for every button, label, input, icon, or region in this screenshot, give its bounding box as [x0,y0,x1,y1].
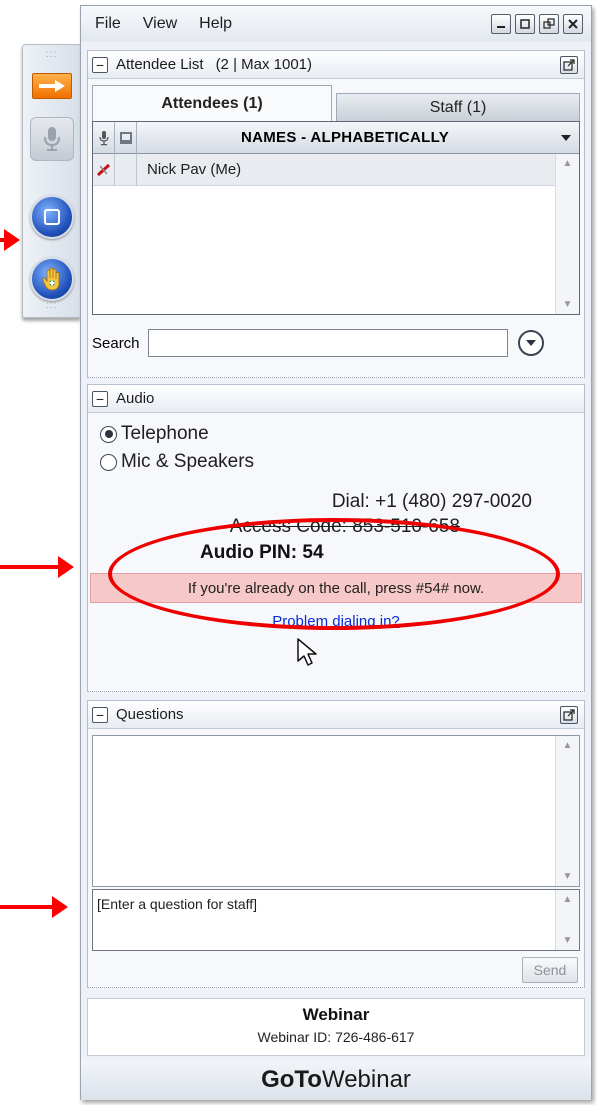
attendee-count: (2 | Max 1001) [215,56,313,73]
toolbar-grip-bottom[interactable]: ::: [23,300,80,312]
search-row: Search [92,325,580,361]
brand-bold: GoTo [261,1066,322,1093]
muted-mic-icon[interactable] [93,153,115,186]
audio-pin: Audio PIN: 54 [200,542,324,563]
brand-logo: GoTo Webinar [81,1060,591,1100]
questions-section: − Questions ▲ ▼ [Enter a question for st… [87,700,585,988]
microphone-icon[interactable] [29,117,74,161]
names-column-header[interactable]: NAMES - ALPHABETICALLY [137,129,553,146]
attendee-screen-cell [115,153,137,186]
menu-help[interactable]: Help [199,15,232,33]
attendee-table-header: NAMES - ALPHABETICALLY [93,121,579,154]
menu-file[interactable]: File [95,15,121,33]
search-options-icon[interactable] [517,330,544,356]
arrow-right-icon[interactable] [31,73,72,99]
tab-attendees[interactable]: Attendees (1) [92,85,332,121]
annotation-arrow-toolbar [0,229,20,251]
pin-instruction: If you're already on the call, press #54… [90,573,582,603]
toolbar-grip-top[interactable]: ::: [23,49,80,61]
annotation-arrow-questions [0,896,68,918]
dial-number: Dial: +1 (480) 297-0020 [331,491,532,512]
question-input-text: [Enter a question for staff] [97,896,258,912]
menu-bar: File View Help [81,6,591,42]
scroll-down-icon[interactable]: ▼ [556,299,579,310]
side-toolbar: ::: ::: [22,44,80,318]
scroll-down-icon[interactable]: ▼ [556,871,579,882]
minimize-icon[interactable] [491,14,511,34]
popout-icon[interactable] [560,706,578,724]
attendee-row[interactable]: Nick Pav (Me) [93,153,555,186]
popout-icon[interactable] [560,56,578,74]
audio-header: − Audio [88,385,584,413]
search-input[interactable] [147,329,508,357]
attendee-tabs: Attendees (1) Staff (1) [92,85,580,121]
questions-title: Questions [116,706,184,723]
audio-title: Audio [116,390,155,407]
screen-column-icon[interactable] [115,121,137,154]
problem-dialing-link[interactable]: Problem dialing in? [88,613,584,630]
tab-staff[interactable]: Staff (1) [336,93,580,121]
attendee-list-section: − Attendee List (2 | Max 1001) Attendees… [87,50,585,378]
scroll-up-icon[interactable]: ▲ [556,894,579,905]
menu-view[interactable]: View [143,15,177,33]
question-input[interactable]: [Enter a question for staff] ▲ ▼ [92,889,580,951]
collapse-icon[interactable]: − [92,56,108,73]
maximize-icon[interactable] [515,14,535,34]
questions-log[interactable]: ▲ ▼ [92,735,580,887]
webinar-id: Webinar ID: 726-486-617 [257,1029,415,1045]
close-icon[interactable] [563,14,583,34]
questions-scrollbar[interactable]: ▲ ▼ [555,736,579,886]
scroll-up-icon[interactable]: ▲ [556,158,579,169]
sort-dropdown-icon[interactable] [553,130,579,145]
attendee-scrollbar[interactable]: ▲ ▼ [555,154,579,314]
scroll-down-icon[interactable]: ▼ [556,935,579,946]
scroll-up-icon[interactable]: ▲ [556,740,579,751]
webinar-title: Webinar [302,1005,370,1024]
raise-hand-icon[interactable] [29,257,74,301]
mic-speakers-option[interactable]: Mic & Speakers [100,451,254,473]
mic-speakers-label: Mic & Speakers [121,451,255,472]
audio-section: − Audio Telephone Mic & Speakers Dial: +… [87,384,585,692]
attendee-name: Nick Pav (Me) [147,161,242,178]
restore-icon[interactable] [539,14,559,34]
attendee-list-header: − Attendee List (2 | Max 1001) [88,51,584,79]
questions-header: − Questions [88,701,584,729]
search-label: Search [92,334,140,352]
mic-column-icon[interactable] [93,121,115,154]
annotation-arrow-audio [0,556,74,578]
screen-share-icon[interactable] [29,195,74,239]
collapse-icon[interactable]: − [92,706,108,723]
brand-regular: Webinar [321,1066,411,1093]
telephone-label: Telephone [121,423,209,444]
telephone-radio[interactable] [100,425,117,443]
question-input-scrollbar[interactable]: ▲ ▼ [555,890,579,950]
send-button[interactable]: Send [522,957,578,983]
attendee-list-title: Attendee List [116,56,204,73]
access-code: Access Code: 853-510-658 [229,516,460,537]
telephone-option[interactable]: Telephone [100,423,209,445]
mouse-cursor-icon [297,638,317,666]
webinar-info: Webinar Webinar ID: 726-486-617 [87,998,585,1056]
mic-speakers-radio[interactable] [100,453,117,471]
collapse-icon[interactable]: − [92,390,108,407]
control-panel: File View Help − Attendee List (2 | Max … [80,5,592,1100]
window-controls [491,14,583,34]
attendee-table: NAMES - ALPHABETICALLY Nick Pav (Me) ▲ ▼ [92,121,580,315]
